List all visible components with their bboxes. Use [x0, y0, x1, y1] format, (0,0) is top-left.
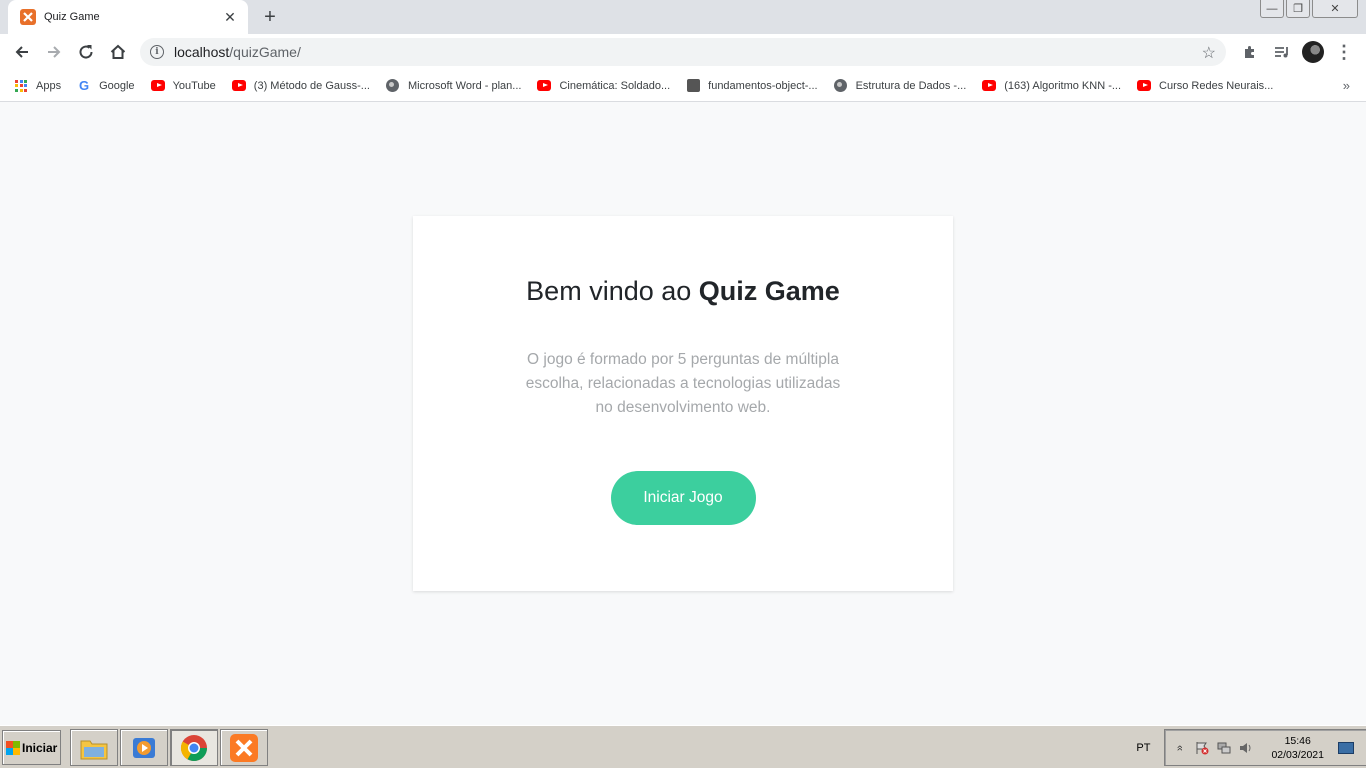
back-button[interactable] — [8, 38, 36, 66]
bookmark-fundamentos-object[interactable]: fundamentos-object-... — [686, 79, 818, 93]
taskbar-chrome[interactable] — [170, 729, 218, 766]
show-desktop-icon[interactable] — [1338, 741, 1354, 754]
page-viewport: Bem vindo ao Quiz Game O jogo é formado … — [0, 103, 1366, 725]
bookmark-redes-neurais[interactable]: Curso Redes Neurais... — [1137, 79, 1273, 93]
misc-icon — [686, 79, 700, 93]
taskbar-xampp[interactable] — [220, 729, 268, 766]
taskbar-media-player[interactable] — [120, 729, 168, 766]
system-tray: PT » 15:46 02/03/2021 — [1136, 729, 1366, 766]
youtube-icon — [150, 79, 165, 93]
page-title: Bem vindo ao Quiz Game — [413, 276, 953, 307]
welcome-card: Bem vindo ao Quiz Game O jogo é formado … — [413, 216, 953, 591]
toolbar-actions: ⋮ — [1238, 38, 1356, 66]
browser-toolbar: i localhost/quizGame/ ☆ ⋮ — [0, 34, 1366, 70]
profile-avatar[interactable] — [1302, 41, 1324, 63]
bookmark-label: Google — [99, 79, 135, 92]
bookmark-apps[interactable]: Apps — [14, 79, 61, 93]
close-window-button[interactable]: ✕ — [1312, 0, 1358, 18]
bookmark-microsoft-word[interactable]: Microsoft Word - plan... — [386, 79, 522, 93]
bookmark-star-icon[interactable]: ☆ — [1202, 43, 1216, 63]
bookmark-label: YouTube — [172, 79, 216, 92]
forward-button[interactable] — [40, 38, 68, 66]
start-label: Iniciar — [22, 740, 58, 755]
bookmark-label: (3) Método de Gauss-... — [253, 79, 370, 92]
youtube-icon — [982, 79, 997, 93]
start-button[interactable]: Iniciar — [2, 730, 61, 765]
youtube-icon — [537, 79, 552, 93]
show-hidden-icons-chevron-icon[interactable]: » — [1173, 741, 1187, 755]
youtube-icon — [1137, 79, 1152, 93]
taskbar-file-explorer[interactable] — [70, 729, 118, 766]
globe-icon — [386, 79, 400, 93]
globe-icon — [834, 79, 848, 93]
bookmark-algoritmo-knn[interactable]: (163) Algoritmo KNN -... — [982, 79, 1121, 93]
reload-button[interactable] — [72, 38, 100, 66]
title-quiz-game: Quiz Game — [698, 276, 840, 306]
action-center-flag-icon[interactable] — [1195, 741, 1209, 755]
media-player-icon — [133, 737, 155, 758]
youtube-icon — [231, 79, 246, 93]
home-icon — [110, 44, 126, 59]
bookmark-label: (163) Algoritmo KNN -... — [1004, 79, 1122, 92]
url-text: localhost/quizGame/ — [174, 44, 301, 60]
xampp-icon — [20, 9, 36, 25]
bookmarks-bar: Apps G Google YouTube (3) Método de Gaus… — [0, 70, 1366, 102]
tab-title: Quiz Game — [44, 11, 100, 23]
url-host: localhost — [174, 44, 230, 60]
system-clock[interactable]: 15:46 02/03/2021 — [1271, 734, 1324, 762]
window-controls: — ❐ ✕ — [1260, 0, 1358, 18]
info-icon[interactable]: i — [150, 45, 164, 59]
folder-icon — [80, 740, 108, 759]
bookmark-label: Apps — [36, 79, 62, 92]
game-description: O jogo é formado por 5 perguntas de múlt… — [525, 351, 841, 416]
start-game-button[interactable]: Iniciar Jogo — [610, 471, 756, 525]
bookmarks-overflow-chevron-icon[interactable]: » — [1343, 78, 1350, 93]
windows-logo-icon — [6, 740, 20, 755]
extensions-puzzle-icon[interactable] — [1238, 38, 1262, 66]
restore-button[interactable]: ❐ — [1286, 0, 1310, 18]
url-path: /quizGame/ — [229, 44, 301, 60]
reload-icon — [79, 45, 93, 59]
bookmark-label: Curso Redes Neurais... — [1159, 79, 1274, 92]
bookmark-estrutura-dados[interactable]: Estrutura de Dados -... — [834, 79, 967, 93]
new-tab-button[interactable]: + — [258, 6, 282, 28]
clock-date: 02/03/2021 — [1271, 748, 1324, 761]
google-icon: G — [79, 78, 90, 93]
address-bar[interactable]: i localhost/quizGame/ ☆ — [140, 38, 1226, 66]
home-button[interactable] — [104, 38, 132, 66]
menu-kebab-icon[interactable]: ⋮ — [1332, 38, 1356, 66]
bookmark-label: Cinemática: Soldado... — [559, 79, 671, 92]
xampp-icon — [230, 733, 258, 762]
media-queue-icon[interactable] — [1270, 38, 1294, 66]
title-prefix: Bem vindo ao — [526, 276, 699, 306]
browser-titlebar: Quiz Game ✕ + — ❐ ✕ — [0, 0, 1366, 34]
bookmark-label: Estrutura de Dados -... — [855, 79, 967, 92]
tab-close-icon[interactable]: ✕ — [222, 9, 238, 26]
bookmark-metodo-gauss[interactable]: (3) Método de Gauss-... — [231, 79, 370, 93]
bookmark-cinematica[interactable]: Cinemática: Soldado... — [537, 79, 670, 93]
notification-area: » 15:46 02/03/2021 — [1164, 729, 1366, 766]
bookmark-youtube[interactable]: YouTube — [150, 79, 216, 93]
arrow-left-icon — [15, 46, 28, 58]
network-icon[interactable] — [1217, 741, 1231, 755]
chrome-icon — [180, 734, 208, 761]
bookmark-label: fundamentos-object-... — [708, 79, 818, 92]
language-indicator[interactable]: PT — [1136, 742, 1150, 754]
clock-time: 15:46 — [1284, 734, 1311, 747]
browser-tab-quiz-game[interactable]: Quiz Game ✕ — [8, 0, 248, 34]
os-taskbar: Iniciar PT » 15:46 02/03/2021 — [0, 725, 1366, 768]
bookmark-google[interactable]: G Google — [77, 78, 135, 93]
apps-icon — [14, 79, 28, 93]
minimize-button[interactable]: — — [1260, 0, 1284, 18]
bookmark-label: Microsoft Word - plan... — [407, 79, 522, 92]
volume-icon[interactable] — [1239, 741, 1253, 755]
arrow-right-icon — [48, 46, 61, 58]
